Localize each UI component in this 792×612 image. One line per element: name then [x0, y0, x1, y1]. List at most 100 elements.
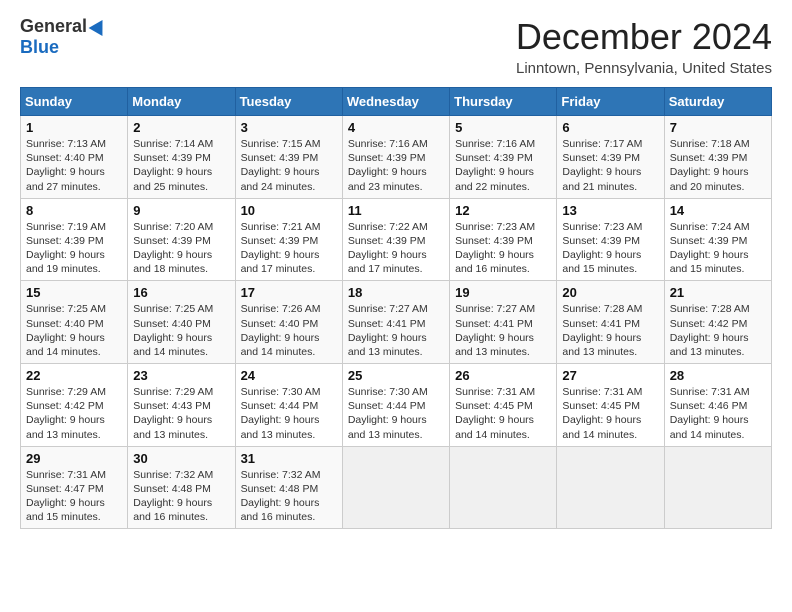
- day-number: 19: [455, 285, 551, 300]
- day-info: Sunrise: 7:32 AM Sunset: 4:48 PM Dayligh…: [241, 468, 337, 525]
- sunrise-text: Sunrise: 7:23 AM: [562, 221, 642, 233]
- location-title: Linntown, Pennsylvania, United States: [516, 60, 772, 77]
- day-info: Sunrise: 7:16 AM Sunset: 4:39 PM Dayligh…: [348, 137, 444, 194]
- calendar-day-cell: 27 Sunrise: 7:31 AM Sunset: 4:45 PM Dayl…: [557, 364, 664, 447]
- calendar-day-cell: 16 Sunrise: 7:25 AM Sunset: 4:40 PM Dayl…: [128, 281, 235, 364]
- day-number: 22: [26, 368, 122, 383]
- sunset-text: Sunset: 4:42 PM: [670, 318, 748, 330]
- daylight-text: Daylight: 9 hoursand 17 minutes.: [348, 249, 427, 275]
- sunrise-text: Sunrise: 7:30 AM: [348, 386, 428, 398]
- sunset-text: Sunset: 4:39 PM: [670, 235, 748, 247]
- sunset-text: Sunset: 4:39 PM: [26, 235, 104, 247]
- day-number: 23: [133, 368, 229, 383]
- calendar-day-cell: 31 Sunrise: 7:32 AM Sunset: 4:48 PM Dayl…: [235, 446, 342, 529]
- calendar-day-cell: 14 Sunrise: 7:24 AM Sunset: 4:39 PM Dayl…: [664, 198, 771, 281]
- sunset-text: Sunset: 4:46 PM: [670, 400, 748, 412]
- daylight-text: Daylight: 9 hoursand 21 minutes.: [562, 166, 641, 192]
- sunset-text: Sunset: 4:42 PM: [26, 400, 104, 412]
- calendar-week-row: 8 Sunrise: 7:19 AM Sunset: 4:39 PM Dayli…: [21, 198, 772, 281]
- day-number: 5: [455, 120, 551, 135]
- calendar-week-row: 1 Sunrise: 7:13 AM Sunset: 4:40 PM Dayli…: [21, 116, 772, 199]
- day-info: Sunrise: 7:31 AM Sunset: 4:45 PM Dayligh…: [562, 385, 658, 442]
- calendar-day-cell: 10 Sunrise: 7:21 AM Sunset: 4:39 PM Dayl…: [235, 198, 342, 281]
- daylight-text: Daylight: 9 hoursand 17 minutes.: [241, 249, 320, 275]
- calendar-day-cell: 20 Sunrise: 7:28 AM Sunset: 4:41 PM Dayl…: [557, 281, 664, 364]
- sunset-text: Sunset: 4:44 PM: [241, 400, 319, 412]
- day-info: Sunrise: 7:31 AM Sunset: 4:47 PM Dayligh…: [26, 468, 122, 525]
- sunrise-text: Sunrise: 7:32 AM: [241, 469, 321, 481]
- sunset-text: Sunset: 4:39 PM: [133, 152, 211, 164]
- day-info: Sunrise: 7:29 AM Sunset: 4:43 PM Dayligh…: [133, 385, 229, 442]
- calendar-week-row: 22 Sunrise: 7:29 AM Sunset: 4:42 PM Dayl…: [21, 364, 772, 447]
- sunset-text: Sunset: 4:41 PM: [562, 318, 640, 330]
- calendar-day-cell: 21 Sunrise: 7:28 AM Sunset: 4:42 PM Dayl…: [664, 281, 771, 364]
- day-info: Sunrise: 7:21 AM Sunset: 4:39 PM Dayligh…: [241, 220, 337, 277]
- day-info: Sunrise: 7:29 AM Sunset: 4:42 PM Dayligh…: [26, 385, 122, 442]
- calendar-day-cell: 25 Sunrise: 7:30 AM Sunset: 4:44 PM Dayl…: [342, 364, 449, 447]
- calendar-day-cell: [342, 446, 449, 529]
- calendar-table: SundayMondayTuesdayWednesdayThursdayFrid…: [20, 87, 772, 529]
- title-block: December 2024 Linntown, Pennsylvania, Un…: [516, 16, 772, 77]
- day-number: 13: [562, 203, 658, 218]
- day-number: 16: [133, 285, 229, 300]
- daylight-text: Daylight: 9 hoursand 22 minutes.: [455, 166, 534, 192]
- sunrise-text: Sunrise: 7:18 AM: [670, 138, 750, 150]
- day-info: Sunrise: 7:17 AM Sunset: 4:39 PM Dayligh…: [562, 137, 658, 194]
- sunset-text: Sunset: 4:48 PM: [241, 483, 319, 495]
- day-info: Sunrise: 7:19 AM Sunset: 4:39 PM Dayligh…: [26, 220, 122, 277]
- sunrise-text: Sunrise: 7:30 AM: [241, 386, 321, 398]
- sunset-text: Sunset: 4:40 PM: [241, 318, 319, 330]
- day-info: Sunrise: 7:13 AM Sunset: 4:40 PM Dayligh…: [26, 137, 122, 194]
- calendar-day-cell: 11 Sunrise: 7:22 AM Sunset: 4:39 PM Dayl…: [342, 198, 449, 281]
- day-info: Sunrise: 7:20 AM Sunset: 4:39 PM Dayligh…: [133, 220, 229, 277]
- sunset-text: Sunset: 4:47 PM: [26, 483, 104, 495]
- daylight-text: Daylight: 9 hoursand 16 minutes.: [133, 497, 212, 523]
- sunset-text: Sunset: 4:44 PM: [348, 400, 426, 412]
- sunrise-text: Sunrise: 7:25 AM: [26, 303, 106, 315]
- sunrise-text: Sunrise: 7:19 AM: [26, 221, 106, 233]
- daylight-text: Daylight: 9 hoursand 15 minutes.: [670, 249, 749, 275]
- day-number: 10: [241, 203, 337, 218]
- daylight-text: Daylight: 9 hoursand 14 minutes.: [455, 414, 534, 440]
- logo-general-text: General: [20, 16, 87, 37]
- day-number: 17: [241, 285, 337, 300]
- day-number: 6: [562, 120, 658, 135]
- daylight-text: Daylight: 9 hoursand 14 minutes.: [241, 332, 320, 358]
- sunset-text: Sunset: 4:39 PM: [562, 152, 640, 164]
- sunset-text: Sunset: 4:45 PM: [455, 400, 533, 412]
- day-info: Sunrise: 7:18 AM Sunset: 4:39 PM Dayligh…: [670, 137, 766, 194]
- day-number: 9: [133, 203, 229, 218]
- sunset-text: Sunset: 4:39 PM: [133, 235, 211, 247]
- sunrise-text: Sunrise: 7:28 AM: [670, 303, 750, 315]
- sunset-text: Sunset: 4:40 PM: [133, 318, 211, 330]
- day-number: 20: [562, 285, 658, 300]
- sunrise-text: Sunrise: 7:16 AM: [348, 138, 428, 150]
- calendar-day-cell: 29 Sunrise: 7:31 AM Sunset: 4:47 PM Dayl…: [21, 446, 128, 529]
- day-info: Sunrise: 7:31 AM Sunset: 4:45 PM Dayligh…: [455, 385, 551, 442]
- sunset-text: Sunset: 4:39 PM: [348, 152, 426, 164]
- daylight-text: Daylight: 9 hoursand 13 minutes.: [241, 414, 320, 440]
- page-header: General Blue December 2024 Linntown, Pen…: [20, 16, 772, 77]
- daylight-text: Daylight: 9 hoursand 23 minutes.: [348, 166, 427, 192]
- daylight-text: Daylight: 9 hoursand 14 minutes.: [133, 332, 212, 358]
- day-info: Sunrise: 7:28 AM Sunset: 4:41 PM Dayligh…: [562, 302, 658, 359]
- logo-blue-text: Blue: [20, 37, 59, 58]
- sunset-text: Sunset: 4:45 PM: [562, 400, 640, 412]
- day-number: 3: [241, 120, 337, 135]
- calendar-day-cell: 30 Sunrise: 7:32 AM Sunset: 4:48 PM Dayl…: [128, 446, 235, 529]
- day-number: 24: [241, 368, 337, 383]
- calendar-day-cell: 18 Sunrise: 7:27 AM Sunset: 4:41 PM Dayl…: [342, 281, 449, 364]
- weekday-header-wednesday: Wednesday: [342, 88, 449, 116]
- weekday-header-saturday: Saturday: [664, 88, 771, 116]
- day-number: 29: [26, 451, 122, 466]
- sunrise-text: Sunrise: 7:15 AM: [241, 138, 321, 150]
- day-info: Sunrise: 7:32 AM Sunset: 4:48 PM Dayligh…: [133, 468, 229, 525]
- daylight-text: Daylight: 9 hoursand 13 minutes.: [348, 414, 427, 440]
- day-number: 12: [455, 203, 551, 218]
- sunset-text: Sunset: 4:39 PM: [241, 152, 319, 164]
- calendar-day-cell: 28 Sunrise: 7:31 AM Sunset: 4:46 PM Dayl…: [664, 364, 771, 447]
- weekday-header-thursday: Thursday: [450, 88, 557, 116]
- sunset-text: Sunset: 4:39 PM: [670, 152, 748, 164]
- day-info: Sunrise: 7:15 AM Sunset: 4:39 PM Dayligh…: [241, 137, 337, 194]
- day-info: Sunrise: 7:22 AM Sunset: 4:39 PM Dayligh…: [348, 220, 444, 277]
